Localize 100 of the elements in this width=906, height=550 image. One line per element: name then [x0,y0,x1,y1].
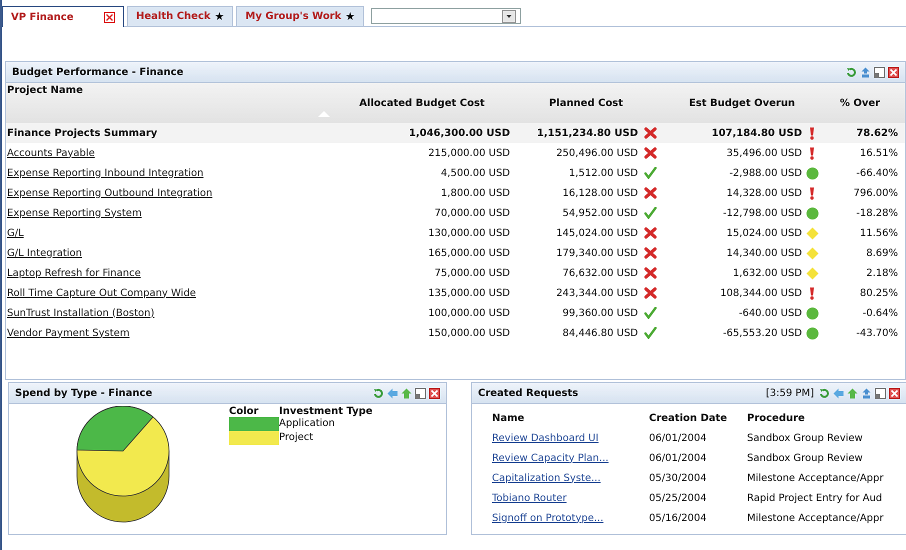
tab[interactable]: My Group's Work ★ [236,6,364,26]
panel-title: Budget Performance - Finance [12,66,184,78]
restore-window-icon[interactable] [875,388,886,398]
table-cell-text: -2,988.00 USD [728,168,802,178]
table-cell-text: -65,553.20 USD [722,328,802,338]
tab[interactable]: Health Check ★ [127,6,234,26]
table-cell-text: 35,496.00 USD [726,148,802,158]
table-cell-text: 1,046,300.00 USD [408,128,510,138]
table-cell-text: 100,000.00 USD [427,308,510,318]
table-cell-text: 4,500.00 USD [440,168,510,178]
project-link[interactable]: Expense Reporting System [6,208,334,218]
project-link[interactable]: Roll Time Capture Out Company Wide [6,288,334,298]
column-header: Procedure [747,412,806,424]
table-cell-text: 8.69% [865,248,898,258]
tab-label[interactable]: VP Finance [11,12,74,22]
table-cell-text: Rapid Project Entry for Aud [747,492,884,504]
dropdown-field[interactable] [371,8,522,24]
export-icon[interactable] [860,66,871,78]
table-cell-text: -66.40% [855,168,898,178]
refresh-icon[interactable] [846,66,857,78]
refresh-time: [3:59 PM] [766,388,814,398]
table-cell-text: 145,024.00 USD [555,228,638,238]
table-cell-text: 84,446.80 USD [562,328,638,338]
close-icon[interactable] [429,388,440,398]
move-up-icon[interactable] [401,388,412,398]
table-cell-text: Sandbox Group Review [747,452,864,464]
table-cell-text: 06/01/2004 [649,452,708,464]
table-cell-text: 54,952.00 USD [562,208,638,218]
column-header: Allocated Budget Cost [358,98,486,108]
export-icon[interactable] [861,388,872,398]
column-header: Est Budget Overun [688,98,796,108]
star-mark: ★ [214,10,224,23]
table-cell-text: 75,000.00 USD [434,268,510,278]
table-cell-text: 1,512.00 USD [568,168,638,178]
table-cell-text: 2.18% [865,268,898,278]
table-cell-text: 05/16/2004 [649,512,708,524]
refresh-icon[interactable] [819,388,830,398]
table-cell-text: -43.70% [855,328,898,338]
table-cell-text: 78.62% [855,128,898,138]
table-cell-text: 14,328.00 USD [726,188,802,198]
refresh-icon[interactable] [373,388,384,398]
table-cell-text: 215,000.00 USD [427,148,510,158]
column-header: Project Name [7,85,83,96]
table-cell-text: Milestone Acceptance/Appr [747,512,884,524]
request-link[interactable]: Tobiano Router [492,492,649,504]
table-cell-text: -640.00 USD [738,308,802,318]
column-header: Planned Cost [548,98,624,108]
table-cell-text: 06/01/2004 [649,432,708,444]
column-header: Name [492,412,526,424]
column-header: % Over [838,98,882,108]
table-cell-text: 108,344.00 USD [719,288,802,298]
request-link[interactable]: Review Dashboard UI [492,432,649,444]
table-cell-text: 16,128.00 USD [562,188,638,198]
project-link[interactable]: Expense Reporting Outbound Integration [6,188,334,198]
table-cell-text: 14,340.00 USD [726,248,802,258]
legend-header: Investment Type [279,406,373,417]
table-cell-text: 107,184.80 USD [710,128,802,138]
table-cell-text: 76,632.00 USD [562,268,638,278]
table-cell-text: 1,151,234.80 USD [536,128,638,138]
legend-label: Project [279,431,314,445]
request-link[interactable]: Review Capacity Plan... [492,452,649,464]
project-link[interactable]: G/L Integration [6,248,334,258]
table-cell-text: -12,798.00 USD [722,208,802,218]
table-cell-text: -18.28% [855,208,898,218]
restore-window-icon[interactable] [415,388,426,398]
request-link[interactable]: Signoff on Prototype... [492,512,649,524]
table-cell-text: 80.25% [858,288,898,298]
project-link[interactable]: Expense Reporting Inbound Integration [6,168,334,178]
project-link[interactable]: Laptop Refresh for Finance [6,268,334,278]
table-cell-text: 05/25/2004 [649,492,708,504]
legend-label: Application [279,417,336,431]
request-link[interactable]: Capitalization Syste... [492,472,649,484]
tab[interactable]: VP Finance [2,6,124,27]
table-cell-text: Finance Projects Summary [6,128,158,138]
project-link[interactable]: Vendor Payment System [6,328,334,338]
table-cell-text: 250,496.00 USD [555,148,638,158]
project-link[interactable]: G/L [6,228,334,238]
move-up-icon[interactable] [847,388,858,398]
close-icon[interactable] [104,12,115,22]
table-cell-text: 243,344.00 USD [555,288,638,298]
table-cell-text: 70,000.00 USD [434,208,510,218]
table-cell-text: 135,000.00 USD [427,288,510,298]
table-cell-text: 130,000.00 USD [427,228,510,238]
table-cell-text: 15,024.00 USD [726,228,802,238]
table-cell-text: 1,800.00 USD [440,188,510,198]
legend-header: Color [229,406,260,417]
tab-label[interactable]: Health Check [136,11,211,22]
project-link[interactable]: SunTrust Installation (Boston) [6,308,334,318]
table-cell-text: 05/30/2004 [649,472,708,484]
close-icon[interactable] [889,388,900,398]
move-left-icon[interactable] [833,388,844,398]
column-header: Creation Date [649,412,728,424]
project-link[interactable]: Accounts Payable [6,148,334,158]
table-cell-text: 796.00% [852,188,898,198]
table-cell-text: 1,632.00 USD [732,268,802,278]
restore-window-icon[interactable] [874,66,885,78]
move-left-icon[interactable] [387,388,398,398]
close-icon[interactable] [888,66,899,78]
tab-label[interactable]: My Group's Work [245,11,342,22]
table-cell-text: Sandbox Group Review [747,432,864,444]
